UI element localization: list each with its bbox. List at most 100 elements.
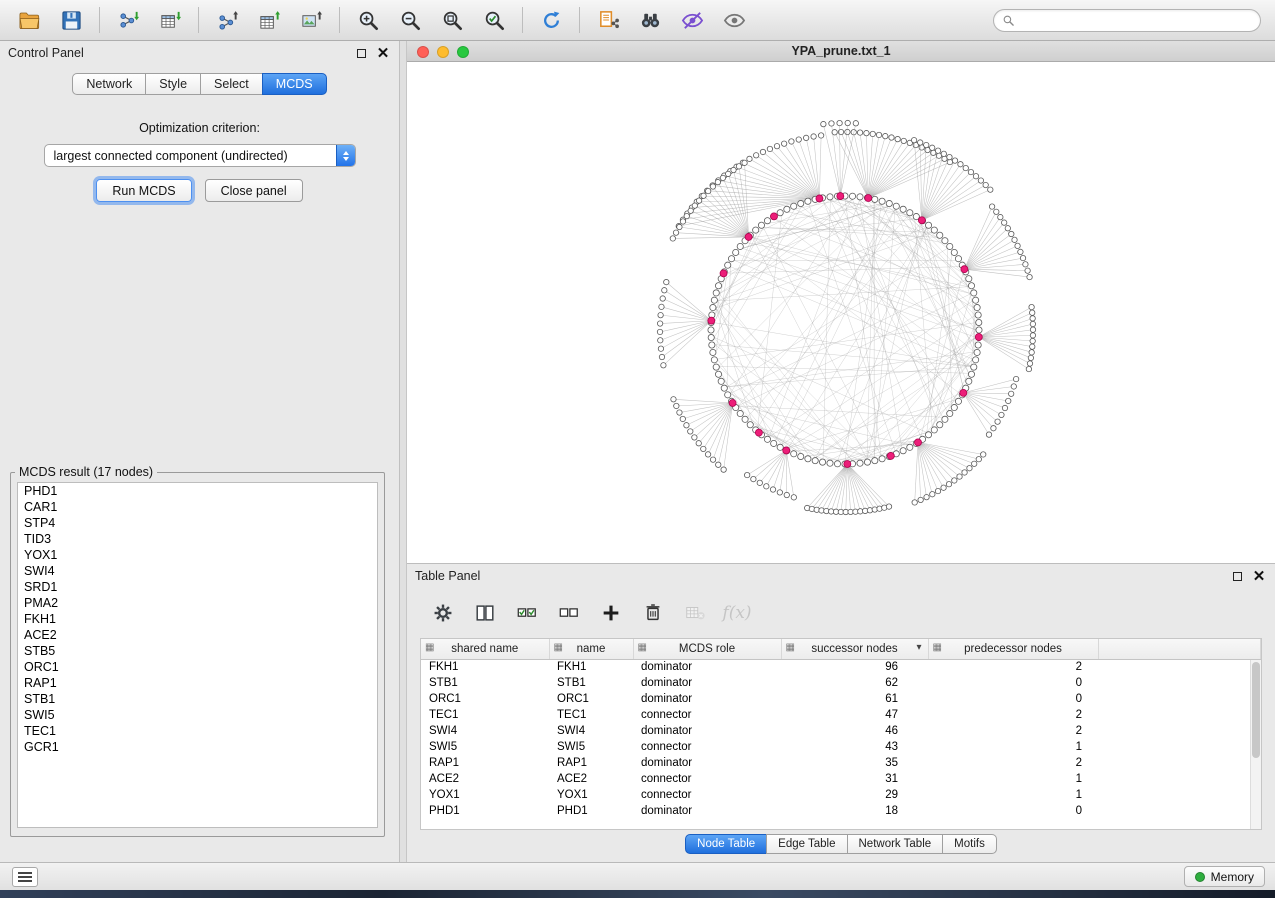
table-cell: 0 (928, 675, 1098, 691)
table-down-icon (159, 9, 182, 32)
float-panel-button[interactable] (353, 45, 369, 61)
table-up-icon (258, 9, 281, 32)
tab-network-table[interactable]: Network Table (847, 834, 944, 854)
table-row[interactable]: RAP1RAP1dominator352 (421, 755, 1261, 771)
network-canvas-svg (407, 62, 1275, 563)
export-table-button[interactable] (248, 4, 290, 37)
search-input[interactable] (1020, 14, 1252, 28)
refresh-button[interactable] (530, 4, 572, 37)
close-table-panel-button[interactable]: ✕ (1251, 568, 1267, 584)
table-row[interactable]: TEC1TEC1connector472 (421, 707, 1261, 723)
column-header-mcds-role[interactable]: ▦MCDS role (633, 639, 781, 659)
mcds-result-item[interactable]: SRD1 (18, 579, 377, 595)
optimization-criterion-label: Optimization criterion: (0, 121, 399, 135)
graphics-details-button[interactable] (671, 4, 713, 37)
mcds-result-item[interactable]: RAP1 (18, 675, 377, 691)
mcds-result-item[interactable]: SWI4 (18, 563, 377, 579)
save-session-button[interactable] (50, 4, 92, 37)
mcds-result-item[interactable]: CAR1 (18, 499, 377, 515)
column-header-shared-name[interactable]: ▦shared name (421, 639, 549, 659)
network-canvas[interactable] (407, 62, 1275, 563)
table-panel: Table Panel ✕ f(x) ▦shared name▦name▦MCD… (407, 563, 1275, 862)
mcds-result-item[interactable]: STB1 (18, 691, 377, 707)
table-row[interactable]: FKH1FKH1dominator962 (421, 659, 1261, 675)
main-toolbar-groups (8, 4, 755, 37)
table-row[interactable]: SWI5SWI5connector431 (421, 739, 1261, 755)
tab-motifs[interactable]: Motifs (942, 834, 997, 854)
float-icon (357, 49, 366, 58)
import-table-button[interactable] (149, 4, 191, 37)
tab-edge-table[interactable]: Edge Table (766, 834, 847, 854)
mcds-result-item[interactable]: TID3 (18, 531, 377, 547)
zoom-out-button[interactable] (389, 4, 431, 37)
clone-network-button[interactable] (587, 4, 629, 37)
node-table-header-row: ▦shared name▦name▦MCDS role▦successor no… (421, 639, 1261, 659)
table-row[interactable]: ACE2ACE2connector311 (421, 771, 1261, 787)
table-row[interactable]: STB1STB1dominator620 (421, 675, 1261, 691)
search-box[interactable] (993, 9, 1261, 32)
export-network-button[interactable] (206, 4, 248, 37)
network-titlebar[interactable]: YPA_prune.txt_1 (407, 41, 1275, 62)
mcds-result-item[interactable]: STB5 (18, 643, 377, 659)
criterion-select[interactable]: largest connected component (undirected) (44, 144, 356, 167)
float-table-panel-button[interactable] (1229, 568, 1245, 584)
mcds-result-item[interactable]: YOX1 (18, 547, 377, 563)
select-all-button[interactable] (509, 596, 545, 630)
status-bar: Memory (0, 862, 1275, 890)
column-header-successor-nodes[interactable]: ▦successor nodes▾ (781, 639, 928, 659)
add-column-button[interactable] (593, 596, 629, 630)
mcds-result-item[interactable]: STP4 (18, 515, 377, 531)
table-settings-button[interactable] (425, 596, 461, 630)
function-icon: f(x) (722, 603, 751, 623)
table-cell-filler (1098, 755, 1261, 771)
refresh-icon (540, 9, 563, 32)
run-mcds-button[interactable]: Run MCDS (96, 179, 191, 202)
tab-network[interactable]: Network (72, 73, 146, 95)
column-header-filler (1098, 639, 1261, 659)
close-icon: ✕ (377, 46, 390, 61)
zoom-in-button[interactable] (347, 4, 389, 37)
import-network-button[interactable] (107, 4, 149, 37)
table-row[interactable]: PHD1PHD1dominator180 (421, 803, 1261, 819)
mcds-result-list[interactable]: PHD1CAR1STP4TID3YOX1SWI4SRD1PMA2FKH1ACE2… (17, 482, 378, 828)
mcds-result-item[interactable]: GCR1 (18, 739, 377, 755)
panel-splitter[interactable] (400, 41, 407, 862)
find-button[interactable] (629, 4, 671, 37)
tab-node-table[interactable]: Node Table (685, 834, 767, 854)
mcds-result-item[interactable]: TEC1 (18, 723, 377, 739)
menu-button[interactable] (12, 867, 38, 887)
tab-select[interactable]: Select (200, 73, 263, 95)
table-row[interactable]: YOX1YOX1connector291 (421, 787, 1261, 803)
deselect-all-button[interactable] (551, 596, 587, 630)
table-cell: YOX1 (549, 787, 633, 803)
zoom-selected-button[interactable] (473, 4, 515, 37)
column-visibility-button[interactable] (467, 596, 503, 630)
close-panel-button[interactable]: ✕ (375, 45, 391, 61)
export-image-button[interactable] (290, 4, 332, 37)
mcds-result-item[interactable]: SWI5 (18, 707, 377, 723)
delete-column-button[interactable] (635, 596, 671, 630)
table-row[interactable]: SWI4SWI4dominator462 (421, 723, 1261, 739)
close-mcds-panel-button[interactable]: Close panel (205, 179, 303, 202)
table-row[interactable]: ORC1ORC1dominator610 (421, 691, 1261, 707)
table-cell: 96 (781, 659, 928, 675)
table-cell: 18 (781, 803, 928, 819)
zoom-fit-button[interactable] (431, 4, 473, 37)
open-session-button[interactable] (8, 4, 50, 37)
node-table-container[interactable]: ▦shared name▦name▦MCDS role▦successor no… (420, 638, 1262, 830)
tab-style[interactable]: Style (145, 73, 201, 95)
mcds-result-item[interactable]: PMA2 (18, 595, 377, 611)
tab-mcds[interactable]: MCDS (262, 73, 327, 95)
table-scrollbar-thumb[interactable] (1252, 662, 1260, 758)
mcds-result-item[interactable]: ACE2 (18, 627, 377, 643)
column-header-name[interactable]: ▦name (549, 639, 633, 659)
column-header-predecessor-nodes[interactable]: ▦predecessor nodes (928, 639, 1098, 659)
show-hide-button[interactable] (713, 4, 755, 37)
mcds-result-item[interactable]: FKH1 (18, 611, 377, 627)
memory-button[interactable]: Memory (1184, 866, 1265, 887)
select-stepper-icon (336, 144, 355, 167)
mcds-result-item[interactable]: ORC1 (18, 659, 377, 675)
control-panel: Control Panel ✕ NetworkStyleSelectMCDS O… (0, 41, 400, 862)
table-scrollbar[interactable] (1250, 660, 1261, 829)
mcds-result-item[interactable]: PHD1 (18, 483, 377, 499)
